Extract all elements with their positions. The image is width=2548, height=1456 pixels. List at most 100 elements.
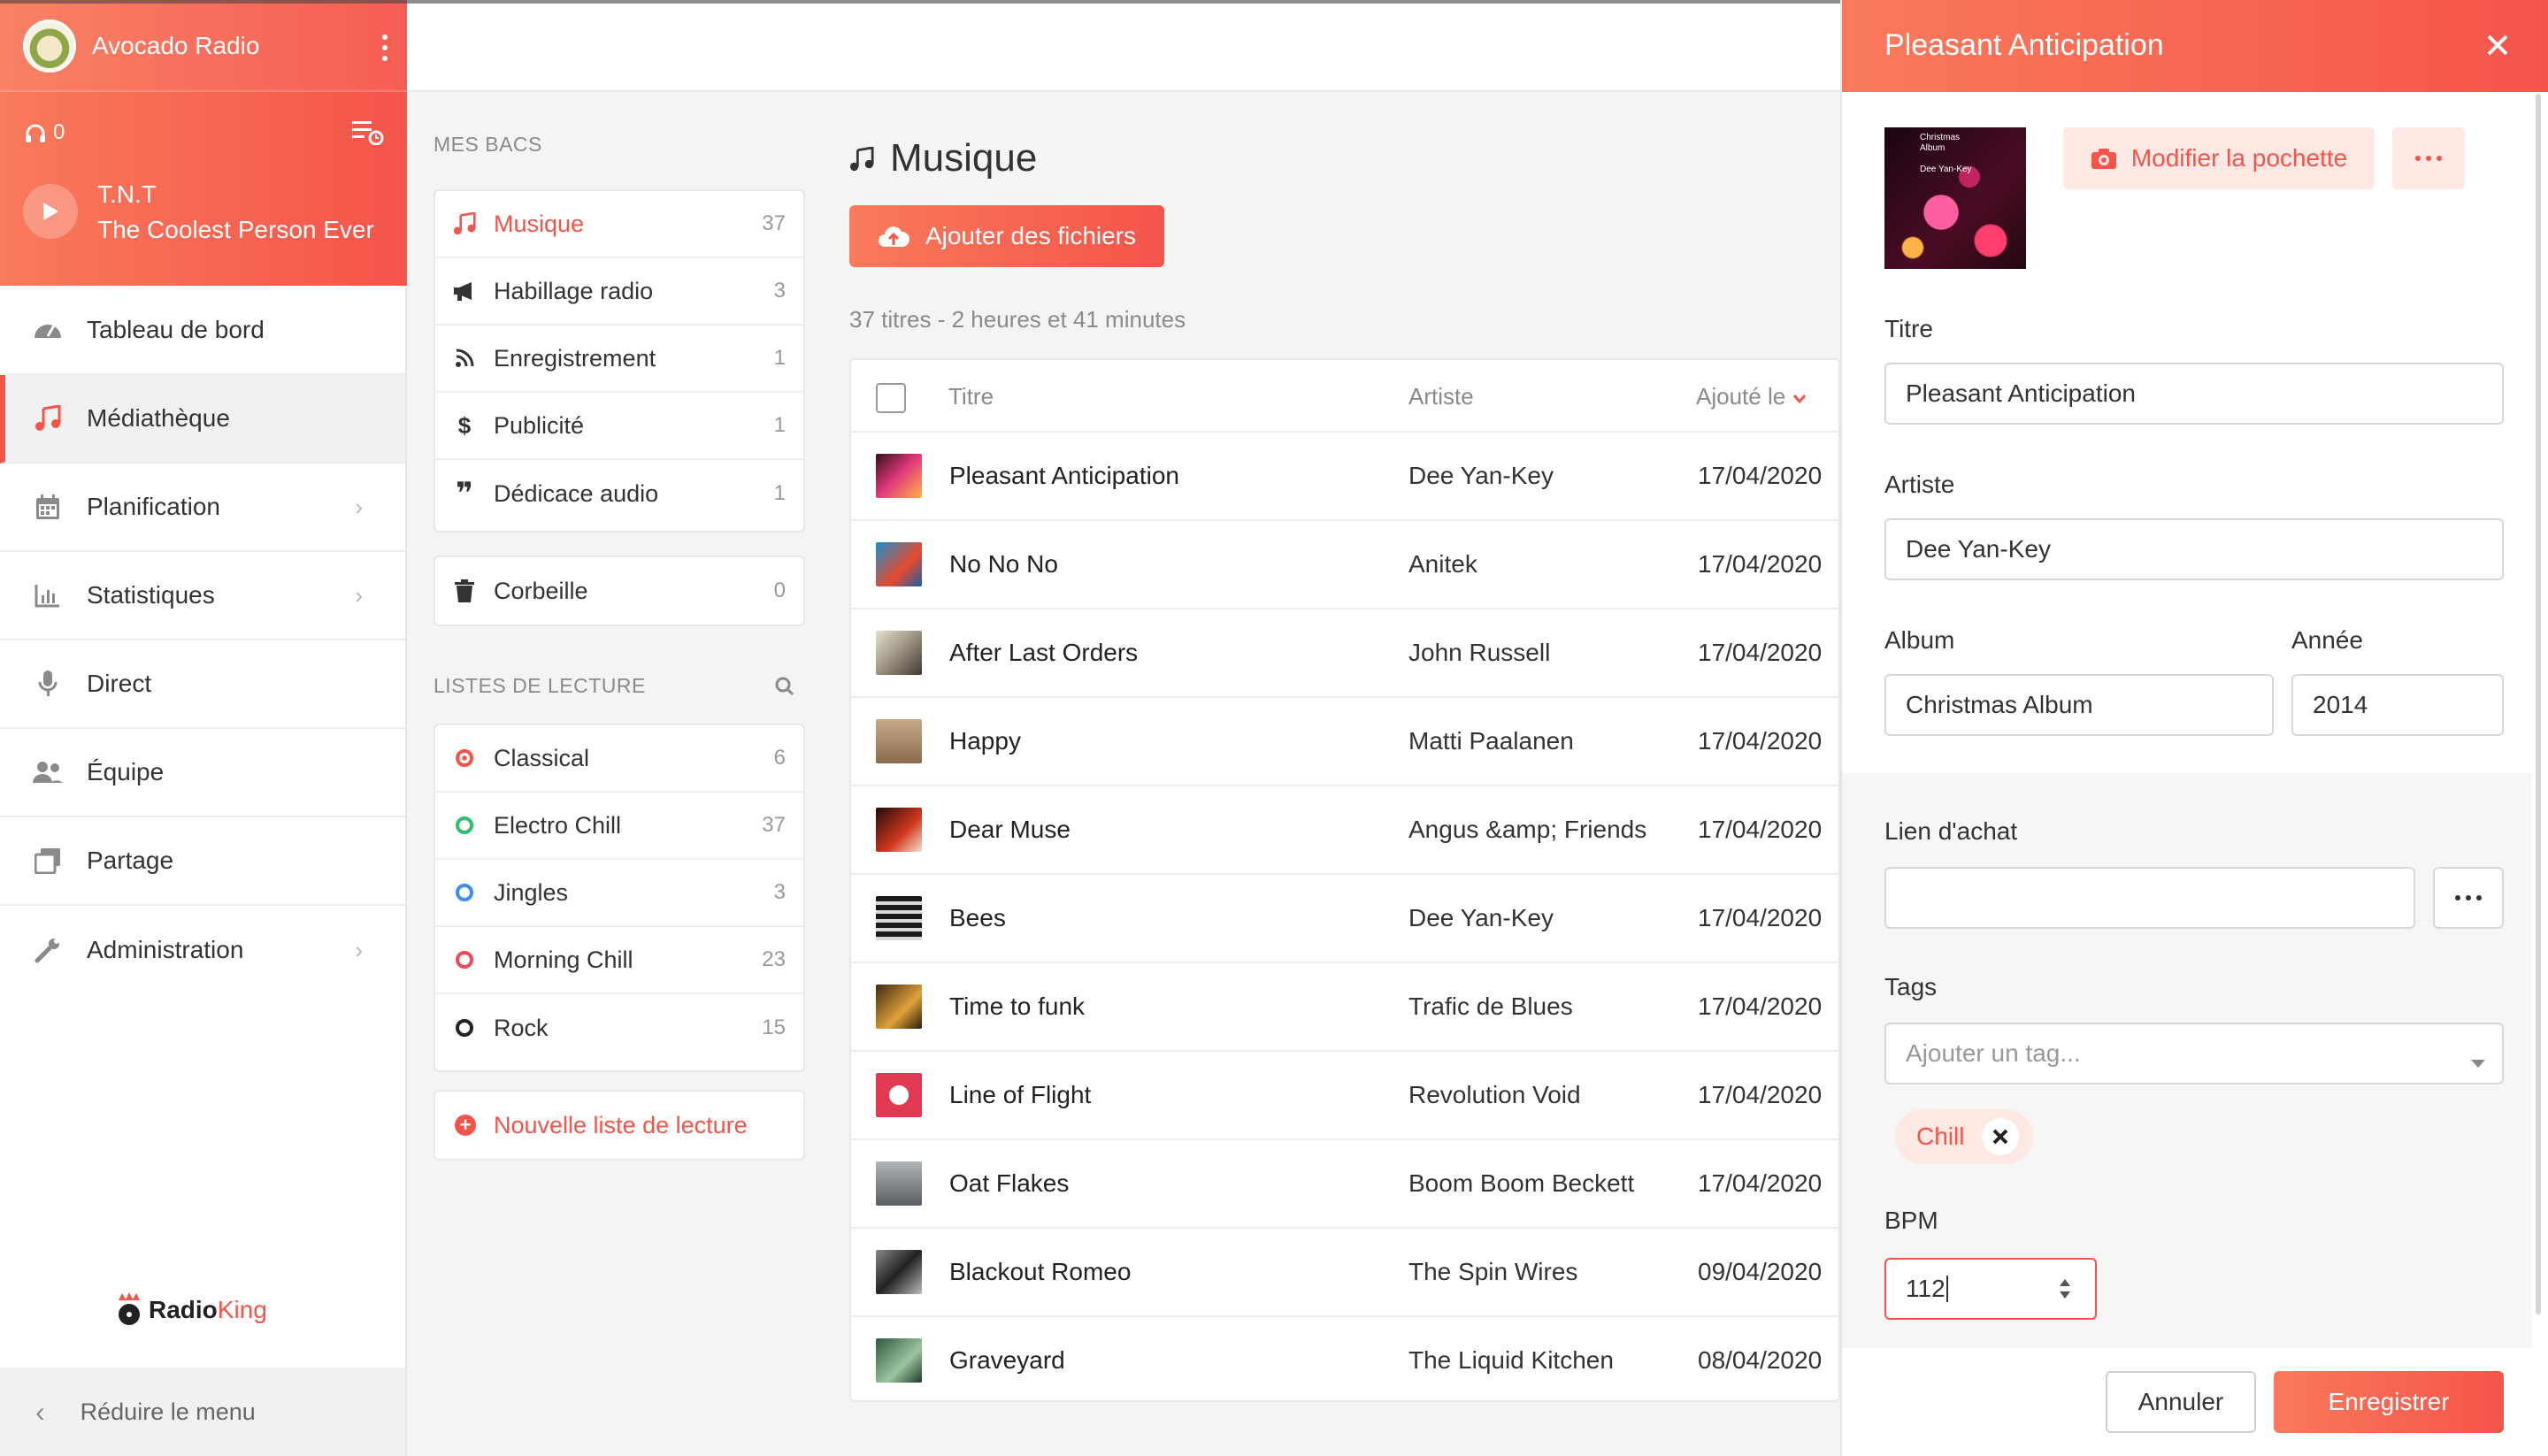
- nav-item-equipe[interactable]: Équipe: [0, 729, 405, 817]
- listener-count: 0: [53, 120, 65, 144]
- table-row[interactable]: After Last Orders John Russell 17/04/2020: [851, 608, 1838, 696]
- bin-item-musique[interactable]: Musique 37: [435, 191, 803, 258]
- buy-link-more-button[interactable]: [2433, 867, 2504, 929]
- track-date: 17/04/2020: [1698, 639, 1823, 666]
- track-date: 17/04/2020: [1698, 462, 1823, 489]
- table-row[interactable]: Blackout Romeo The Spin Wires 09/04/2020: [851, 1227, 1838, 1315]
- collapse-menu-button[interactable]: ‹ Réduire le menu: [0, 1368, 405, 1456]
- artist-label: Artiste: [1884, 471, 1955, 498]
- nav-item-dashboard[interactable]: Tableau de bord: [0, 287, 405, 375]
- table-row[interactable]: Happy Matti Paalanen 17/04/2020: [851, 696, 1838, 785]
- track-title: Graveyard: [949, 1346, 1065, 1374]
- trash-bin[interactable]: Corbeille 0: [434, 556, 805, 626]
- track-title: After Last Orders: [949, 639, 1139, 666]
- microphone-icon: [32, 668, 64, 700]
- track-thumbnail: [876, 1250, 922, 1294]
- track-title: Bees: [949, 904, 1006, 931]
- station-name[interactable]: Avocado Radio: [92, 32, 259, 60]
- tags-select[interactable]: Ajouter un tag...: [1884, 1023, 2504, 1084]
- library-summary: 37 titres - 2 heures et 41 minutes: [849, 306, 1186, 333]
- close-icon[interactable]: [2486, 34, 2509, 63]
- bpm-input[interactable]: 112: [1884, 1258, 2097, 1320]
- nav-item-partage[interactable]: Partage: [0, 817, 405, 906]
- table-header: Titre Artiste Ajouté le: [851, 360, 1838, 431]
- table-row[interactable]: Line of Flight Revolution Void 17/04/2020: [851, 1050, 1838, 1138]
- track-thumbnail: [876, 985, 922, 1029]
- playlist-dot-icon: [456, 816, 473, 834]
- nav-item-direct[interactable]: Direct: [0, 640, 405, 729]
- caret-down-icon: [2470, 1047, 2486, 1076]
- playlist-item[interactable]: Rock 15: [435, 994, 803, 1061]
- track-title: Pleasant Anticipation: [949, 462, 1179, 489]
- queue-icon[interactable]: [352, 119, 384, 151]
- album-cover-text: Christmas: [1920, 133, 1961, 142]
- select-all-checkbox[interactable]: [876, 383, 906, 413]
- nav-item-mediatheque[interactable]: Médiathèque: [0, 375, 405, 464]
- bin-item-publicite[interactable]: $ Publicité 1: [435, 393, 803, 460]
- playlist-item[interactable]: Electro Chill 37: [435, 793, 803, 860]
- panel-scrollbar[interactable]: [2536, 94, 2541, 1314]
- track-date: 17/04/2020: [1698, 550, 1823, 578]
- share-icon: [32, 845, 64, 877]
- playlist-dot-icon: [456, 884, 473, 901]
- chevron-left-icon: ‹: [35, 1395, 45, 1428]
- album-input[interactable]: Christmas Album: [1884, 674, 2274, 736]
- artist-input[interactable]: Dee Yan-Key: [1884, 518, 2504, 580]
- playlists-list: Classical 6 Electro Chill 37 Jingles 3 M…: [434, 724, 805, 1072]
- track-thumbnail: [876, 808, 922, 852]
- track-thumbnail: [876, 631, 922, 675]
- table-row[interactable]: Time to funk Trafic de Blues 17/04/2020: [851, 962, 1838, 1050]
- change-cover-button[interactable]: Modifier la pochette: [2063, 127, 2375, 189]
- playlist-item[interactable]: Jingles 3: [435, 860, 803, 927]
- column-header-added[interactable]: Ajouté le: [1696, 383, 1807, 410]
- table-row[interactable]: Pleasant Anticipation Dee Yan-Key 17/04/20…: [851, 431, 1838, 519]
- playlist-item[interactable]: Morning Chill 23: [435, 927, 803, 994]
- more-vertical-icon[interactable]: [380, 34, 389, 62]
- table-row[interactable]: Dear Muse Angus &amp; Friends 17/04/2020: [851, 785, 1838, 873]
- playlist-item[interactable]: Classical 6: [435, 725, 803, 793]
- more-options-button[interactable]: [2392, 127, 2465, 189]
- stepper-icon[interactable]: [2058, 1276, 2072, 1308]
- track-artist: Matti Paalanen: [1408, 727, 1574, 755]
- track-date: 08/04/2020: [1698, 1346, 1823, 1374]
- remove-tag-icon[interactable]: [1982, 1118, 2020, 1155]
- save-button[interactable]: Enregistrer: [2274, 1371, 2504, 1433]
- nav-item-planification[interactable]: Planification ›: [0, 464, 405, 552]
- table-row[interactable]: Oat Flakes Boom Boom Beckett 17/04/2020: [851, 1138, 1838, 1227]
- track-title: Dear Muse: [949, 816, 1071, 843]
- column-header-artist[interactable]: Artiste: [1408, 383, 1474, 410]
- play-button[interactable]: [23, 184, 78, 239]
- station-avatar[interactable]: [23, 19, 76, 73]
- bins-list: Musique 37 Habillage radio 3 Enregistrem…: [434, 189, 805, 533]
- track-date: 17/04/2020: [1698, 904, 1823, 931]
- top-bar: [407, 0, 1840, 92]
- bin-item-enregistrement[interactable]: Enregistrement 1: [435, 326, 803, 393]
- cancel-button[interactable]: Annuler: [2106, 1371, 2256, 1433]
- table-row[interactable]: Bees Dee Yan-Key 17/04/2020: [851, 873, 1838, 962]
- bin-item-habillage[interactable]: Habillage radio 3: [435, 258, 803, 326]
- wrench-icon: [32, 934, 64, 966]
- bin-item-dedicace[interactable]: ❞ Dédicace audio 1: [435, 460, 803, 527]
- table-row[interactable]: Graveyard The Liquid Kitchen 08/04/2020: [851, 1315, 1838, 1400]
- table-row[interactable]: No No No Anitek 17/04/2020: [851, 519, 1838, 608]
- column-header-title[interactable]: Titre: [948, 383, 994, 410]
- upload-files-button[interactable]: Ajouter des fichiers: [849, 205, 1164, 267]
- sidebar: Avocado Radio 0 T.N.T The Coolest Person…: [0, 0, 407, 1456]
- new-playlist-button[interactable]: + Nouvelle liste de lecture: [434, 1090, 805, 1161]
- track-thumbnail: [876, 1338, 922, 1383]
- search-icon[interactable]: [775, 674, 794, 702]
- nav-item-administration[interactable]: Administration ›: [0, 906, 405, 994]
- nav-item-statistiques[interactable]: Statistiques ›: [0, 552, 405, 640]
- quote-icon: ❞: [456, 477, 473, 510]
- track-title: Line of Flight: [949, 1081, 1092, 1108]
- track-date: 17/04/2020: [1698, 992, 1823, 1020]
- chevron-right-icon: ›: [355, 493, 363, 520]
- track-artist: Boom Boom Beckett: [1408, 1169, 1635, 1197]
- year-input[interactable]: 2014: [2291, 674, 2504, 736]
- tracks-table: Titre Artiste Ajouté le Pleasant Anticip…: [849, 358, 1840, 1402]
- bpm-label: BPM: [1884, 1207, 1938, 1234]
- buy-link-input[interactable]: [1884, 867, 2415, 929]
- track-date: 17/04/2020: [1698, 1081, 1823, 1108]
- plus-circle-icon: +: [455, 1114, 476, 1136]
- title-input[interactable]: Pleasant Anticipation: [1884, 363, 2504, 425]
